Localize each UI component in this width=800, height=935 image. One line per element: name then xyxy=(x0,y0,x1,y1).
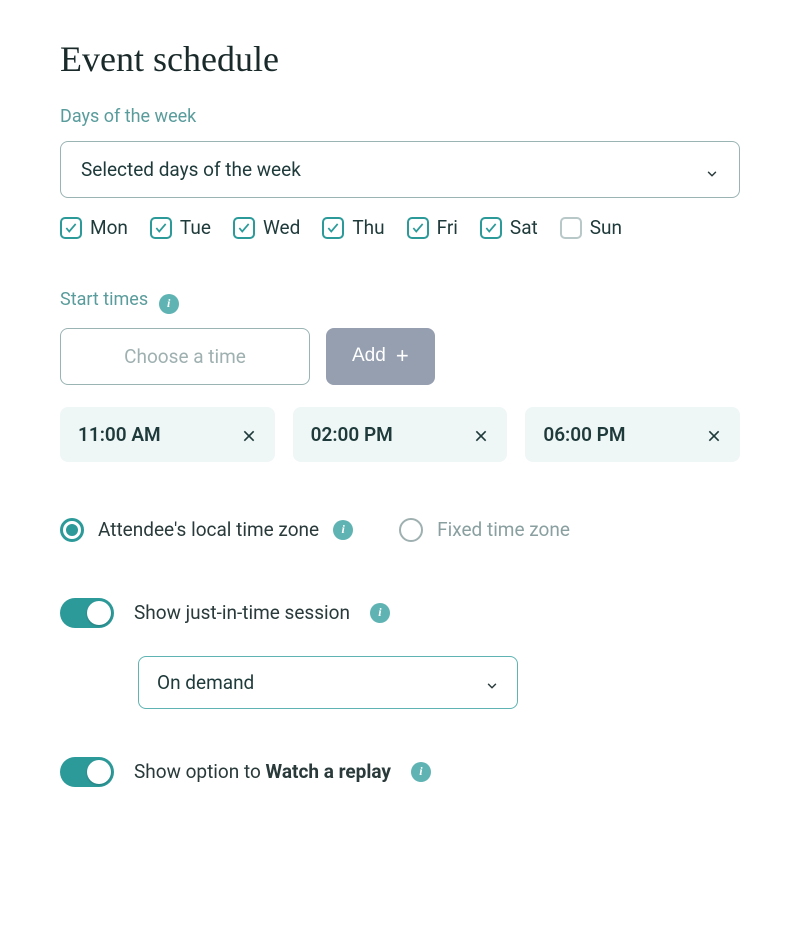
start-times-label-text: Start times xyxy=(60,289,148,310)
day-checkbox-sun[interactable]: Sun xyxy=(560,216,622,239)
replay-toggle-label: Show option to Watch a replay xyxy=(134,760,391,783)
checkbox-checked-icon xyxy=(480,217,502,239)
time-chip-label: 11:00 AM xyxy=(78,423,161,446)
day-checkbox-thu[interactable]: Thu xyxy=(322,216,384,239)
jit-toggle[interactable] xyxy=(60,598,114,628)
page-title: Event schedule xyxy=(60,38,740,80)
checkbox-checked-icon xyxy=(60,217,82,239)
replay-toggle[interactable] xyxy=(60,757,114,787)
day-checkbox-mon[interactable]: Mon xyxy=(60,216,128,239)
radio-local-timezone[interactable]: Attendee's local time zone i xyxy=(60,518,353,542)
info-icon[interactable]: i xyxy=(333,520,353,540)
days-mode-select-value: Selected days of the week xyxy=(81,158,301,181)
chevron-down-icon xyxy=(485,675,499,689)
chevron-down-icon xyxy=(705,163,719,177)
days-mode-select[interactable]: Selected days of the week xyxy=(60,141,740,198)
jit-toggle-row: Show just-in-time session i xyxy=(60,598,740,628)
days-checkbox-row: Mon Tue Wed Thu Fri Sat Sun xyxy=(60,216,740,239)
time-chip: 11:00 AM xyxy=(60,407,275,462)
plus-icon: + xyxy=(396,345,409,367)
time-chips-row: 11:00 AM 02:00 PM 06:00 PM xyxy=(60,407,740,462)
replay-label-prefix: Show option to xyxy=(134,760,266,783)
start-times-label: Start times i xyxy=(60,289,740,314)
close-icon[interactable] xyxy=(241,426,257,442)
day-checkbox-sat[interactable]: Sat xyxy=(480,216,538,239)
time-chip-label: 06:00 PM xyxy=(543,423,625,446)
radio-fixed-label: Fixed time zone xyxy=(437,518,570,541)
jit-mode-select-value: On demand xyxy=(157,671,254,694)
day-checkbox-fri[interactable]: Fri xyxy=(407,216,458,239)
time-chip: 02:00 PM xyxy=(293,407,508,462)
radio-local-label: Attendee's local time zone xyxy=(98,518,319,541)
replay-toggle-row: Show option to Watch a replay i xyxy=(60,757,740,787)
replay-label-bold: Watch a replay xyxy=(266,760,391,783)
jit-toggle-label: Show just-in-time session xyxy=(134,601,350,624)
day-label: Tue xyxy=(180,216,211,239)
checkbox-unchecked-icon xyxy=(560,217,582,239)
jit-mode-select[interactable]: On demand xyxy=(138,656,518,709)
day-label: Wed xyxy=(263,216,300,239)
checkbox-checked-icon xyxy=(150,217,172,239)
day-label: Sun xyxy=(590,216,622,239)
day-checkbox-tue[interactable]: Tue xyxy=(150,216,211,239)
time-chip-label: 02:00 PM xyxy=(311,423,393,446)
day-label: Sat xyxy=(510,216,538,239)
info-icon[interactable]: i xyxy=(159,294,179,314)
time-chip: 06:00 PM xyxy=(525,407,740,462)
checkbox-checked-icon xyxy=(407,217,429,239)
checkbox-checked-icon xyxy=(233,217,255,239)
radio-unselected-icon xyxy=(399,518,423,542)
close-icon[interactable] xyxy=(706,426,722,442)
day-checkbox-wed[interactable]: Wed xyxy=(233,216,300,239)
info-icon[interactable]: i xyxy=(370,603,390,623)
choose-time-input[interactable]: Choose a time xyxy=(60,328,310,385)
days-of-week-label: Days of the week xyxy=(60,106,740,127)
add-time-button-label: Add xyxy=(352,345,386,367)
day-label: Mon xyxy=(90,216,128,239)
radio-selected-icon xyxy=(60,518,84,542)
day-label: Thu xyxy=(352,216,384,239)
timezone-radio-group: Attendee's local time zone i Fixed time … xyxy=(60,518,740,542)
checkbox-checked-icon xyxy=(322,217,344,239)
day-label: Fri xyxy=(437,216,458,239)
close-icon[interactable] xyxy=(473,426,489,442)
info-icon[interactable]: i xyxy=(411,762,431,782)
add-time-button[interactable]: Add + xyxy=(326,328,435,385)
radio-fixed-timezone[interactable]: Fixed time zone xyxy=(399,518,570,542)
